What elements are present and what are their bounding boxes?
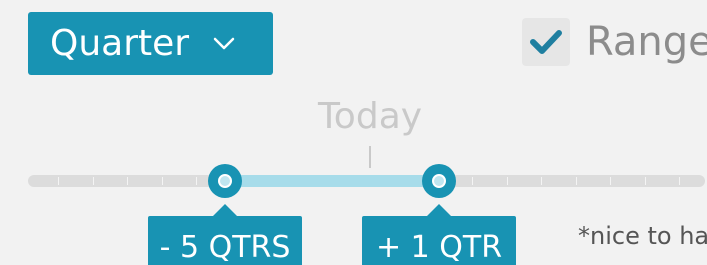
today-marker <box>369 146 371 168</box>
footnote: *nice to ha <box>578 222 707 250</box>
check-icon <box>530 30 562 54</box>
range-start-handle[interactable] <box>208 164 242 198</box>
period-dropdown-value: Quarter <box>50 22 190 64</box>
timeline-range-widget: Quarter Range Today - 5 QTRS + 1 QTR *ni… <box>0 0 707 265</box>
range-checkbox[interactable] <box>522 18 570 66</box>
period-dropdown[interactable]: Quarter <box>28 12 273 75</box>
track-tick <box>127 177 128 185</box>
today-label: Today <box>317 96 423 137</box>
track-tick <box>679 177 680 185</box>
track-tick <box>472 177 473 185</box>
track-tick <box>645 177 646 185</box>
track-tick <box>58 177 59 185</box>
range-label: Range <box>586 19 707 65</box>
track-tick <box>93 177 94 185</box>
track-tick <box>576 177 577 185</box>
end-offset-label: + 1 QTR <box>362 204 516 265</box>
track-tick <box>196 177 197 185</box>
track-tick <box>507 177 508 185</box>
range-toggle[interactable]: Range <box>522 18 707 66</box>
start-offset-label: - 5 QTRS <box>148 204 302 265</box>
track-tick <box>541 177 542 185</box>
range-end-handle[interactable] <box>422 164 456 198</box>
track-tick <box>610 177 611 185</box>
track-tick <box>162 177 163 185</box>
selected-range <box>225 175 439 187</box>
chevron-down-icon <box>213 37 235 49</box>
